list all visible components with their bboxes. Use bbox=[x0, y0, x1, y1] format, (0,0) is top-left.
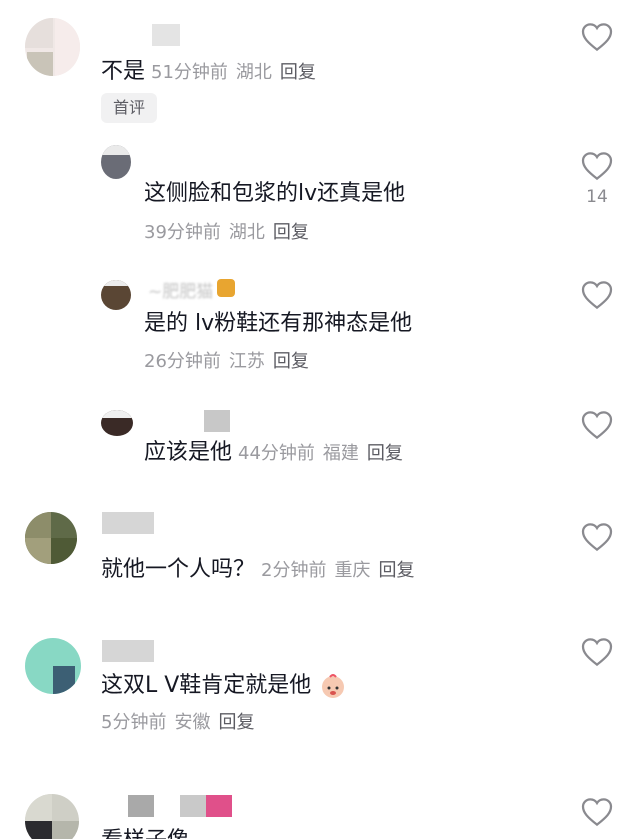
reply-button[interactable]: 回复 bbox=[273, 222, 309, 243]
reply-button[interactable]: 回复 bbox=[367, 443, 403, 464]
comment-content: 这双L V鞋肯定就是他 bbox=[101, 673, 312, 698]
comment-location: 湖北 bbox=[235, 62, 272, 83]
like-button[interactable] bbox=[580, 797, 614, 827]
heart-icon bbox=[581, 523, 613, 552]
username-blurred[interactable] bbox=[102, 512, 154, 534]
like-button[interactable] bbox=[580, 410, 614, 440]
heart-icon bbox=[581, 411, 613, 440]
like-button[interactable] bbox=[580, 22, 614, 52]
comment-item: 就他一个人吗？ 2分钟前 重庆 回复 bbox=[0, 500, 640, 620]
comment-item: 不是 51分钟前 湖北 回复 首评 bbox=[0, 0, 640, 140]
comment-content: 不是 bbox=[101, 59, 146, 84]
comment-location: 安徽 bbox=[174, 712, 211, 733]
avatar[interactable] bbox=[25, 512, 77, 564]
comment-location: 江苏 bbox=[228, 351, 265, 372]
username[interactable]: ~肥肥猫 bbox=[148, 277, 236, 302]
comment-text[interactable]: 不是 51分钟前 湖北 回复 bbox=[101, 57, 316, 88]
comment-content: 就他一个人吗？ bbox=[101, 557, 256, 582]
heart-icon bbox=[581, 798, 613, 827]
comment-time: 39分钟前 bbox=[144, 222, 221, 243]
heart-icon bbox=[581, 281, 613, 310]
comment-meta: 44分钟前 福建 bbox=[238, 443, 367, 464]
comment-time: 51分钟前 bbox=[151, 62, 228, 83]
like-button[interactable] bbox=[580, 637, 614, 667]
comment-time: 2分钟前 bbox=[261, 560, 327, 581]
heart-icon bbox=[581, 638, 613, 667]
first-comment-badge: 首评 bbox=[101, 93, 158, 123]
username-text: ~肥肥猫 bbox=[148, 282, 214, 302]
like-count: 14 bbox=[586, 187, 608, 207]
comment-time: 5分钟前 bbox=[101, 712, 167, 733]
comment-meta: 26分钟前 江苏 回复 bbox=[144, 349, 317, 375]
username-blurred[interactable] bbox=[128, 795, 232, 817]
reply-button[interactable]: 回复 bbox=[378, 560, 414, 581]
comment-time: 44分钟前 bbox=[238, 443, 315, 464]
avatar[interactable] bbox=[25, 794, 79, 839]
avatar[interactable] bbox=[25, 638, 81, 694]
comment-text[interactable]: 应该是他 44分钟前 福建 回复 bbox=[144, 438, 403, 469]
comment-text[interactable]: 这侧脸和包浆的lv还真是他 bbox=[144, 179, 405, 209]
comment-text[interactable]: 看样子像 bbox=[101, 826, 189, 839]
reply-item: 应该是他 44分钟前 福建 回复 bbox=[0, 400, 640, 500]
avatar[interactable] bbox=[101, 410, 133, 436]
heart-icon bbox=[581, 152, 613, 181]
comment-content: 应该是他 bbox=[144, 440, 233, 465]
avatar[interactable] bbox=[101, 280, 131, 310]
comment-meta: 2分钟前 重庆 bbox=[261, 560, 378, 581]
like-button[interactable]: 14 bbox=[580, 151, 614, 207]
face-emoji-icon bbox=[322, 674, 345, 698]
comment-location: 重庆 bbox=[334, 560, 371, 581]
avatar[interactable] bbox=[101, 145, 131, 179]
reply-item: ~肥肥猫 是的 lv粉鞋还有那神态是他 26分钟前 江苏 回复 bbox=[0, 270, 640, 400]
like-button[interactable] bbox=[580, 280, 614, 310]
giraffe-emoji-icon bbox=[217, 279, 236, 297]
comment-item: 这双L V鞋肯定就是他 5分钟前 安徽 回复 bbox=[0, 620, 640, 780]
comment-time: 26分钟前 bbox=[144, 351, 221, 372]
comment-text[interactable]: 是的 lv粉鞋还有那神态是他 bbox=[144, 309, 412, 339]
reply-item: 这侧脸和包浆的lv还真是他 39分钟前 湖北 回复 14 bbox=[0, 140, 640, 270]
reply-button[interactable]: 回复 bbox=[273, 351, 309, 372]
comment-text[interactable]: 这双L V鞋肯定就是他 bbox=[101, 671, 346, 701]
heart-icon bbox=[581, 23, 613, 52]
comment-meta: 51分钟前 湖北 bbox=[151, 62, 280, 83]
comment-meta: 39分钟前 湖北 回复 bbox=[144, 220, 317, 246]
username-blurred[interactable] bbox=[152, 24, 180, 46]
username-blurred[interactable] bbox=[204, 410, 230, 432]
reply-button[interactable]: 回复 bbox=[218, 712, 254, 733]
avatar[interactable] bbox=[25, 18, 80, 76]
comment-meta: 5分钟前 安徽 回复 bbox=[101, 710, 262, 736]
reply-button[interactable]: 回复 bbox=[280, 62, 316, 83]
like-button[interactable] bbox=[580, 522, 614, 552]
comment-location: 湖北 bbox=[228, 222, 265, 243]
username-blurred[interactable] bbox=[102, 640, 154, 662]
comment-item: 看样子像 bbox=[0, 780, 640, 839]
comment-text[interactable]: 就他一个人吗？ 2分钟前 重庆 回复 bbox=[101, 555, 414, 586]
comment-location: 福建 bbox=[322, 443, 359, 464]
